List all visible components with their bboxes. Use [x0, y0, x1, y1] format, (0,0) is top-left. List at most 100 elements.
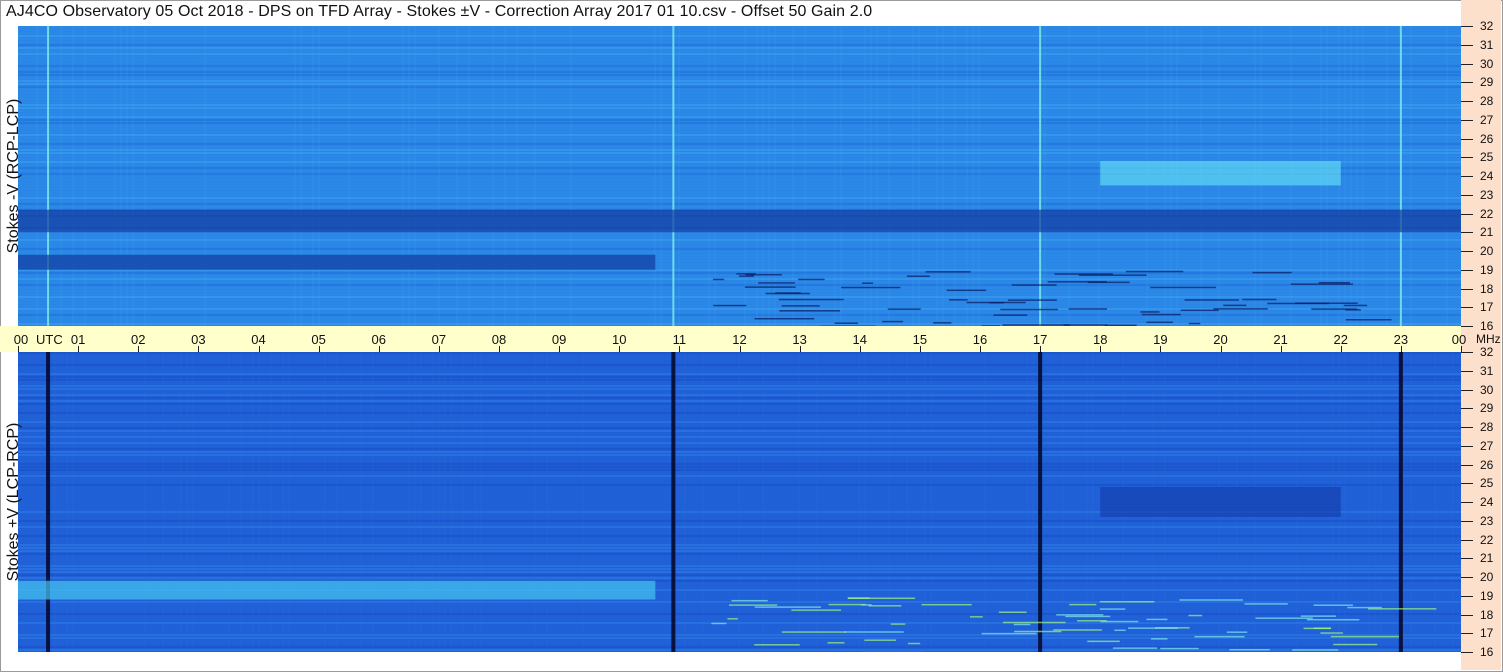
- texture-stripe: [18, 107, 1461, 109]
- texture-stripe: [18, 140, 1461, 142]
- burst-streak: [739, 275, 755, 277]
- texture-stripe: [18, 248, 1461, 250]
- time-tick-label: 22: [1333, 332, 1348, 347]
- burst-streak: [933, 322, 952, 324]
- texture-stripe: [18, 323, 1461, 325]
- texture-column: [456, 26, 458, 326]
- frequency-tick-mark: [1461, 558, 1473, 560]
- burst-streak: [906, 275, 930, 277]
- burst-streak: [882, 320, 904, 323]
- burst-streak: [1140, 311, 1160, 313]
- burst-streak: [1333, 643, 1378, 646]
- burst-streak: [1008, 299, 1057, 301]
- texture-column: [714, 26, 716, 326]
- texture-column: [888, 352, 890, 652]
- texture-column: [72, 26, 74, 326]
- dark-vertical-line: [671, 352, 676, 652]
- texture-column: [1062, 352, 1064, 652]
- burst-streak: [925, 271, 971, 273]
- burst-streak: [798, 278, 825, 281]
- time-tick-label: 20: [1213, 332, 1228, 347]
- burst-streak: [887, 308, 921, 310]
- frequency-tick-label: 16: [1480, 319, 1494, 333]
- texture-column: [534, 26, 536, 326]
- frequency-tick-mark: [1461, 232, 1473, 234]
- time-tick-label: 03: [191, 332, 206, 347]
- texture-column: [864, 352, 866, 652]
- texture-column: [414, 26, 416, 326]
- texture-stripe: [18, 158, 1461, 160]
- frequency-tick-mark: [1461, 63, 1473, 65]
- burst-streak: [1306, 618, 1360, 621]
- texture-stripe: [18, 251, 1461, 253]
- frequency-tick-mark: [1461, 595, 1473, 597]
- texture-stripe: [18, 155, 1461, 157]
- burst-streak: [1014, 630, 1062, 633]
- burst-streak: [998, 611, 1027, 614]
- texture-column: [1452, 352, 1454, 652]
- burst-streak: [727, 618, 738, 620]
- burst-streak: [827, 642, 845, 644]
- texture-stripe: [18, 314, 1461, 316]
- burst-streak: [1128, 627, 1178, 629]
- texture-column: [840, 26, 842, 326]
- burst-streak: [781, 305, 820, 307]
- texture-column: [930, 352, 932, 652]
- frequency-tick-mark: [1461, 352, 1473, 353]
- frequency-tick-label: 19: [1480, 262, 1494, 277]
- texture-column: [462, 352, 464, 652]
- texture-column: [534, 352, 536, 652]
- texture-stripe: [18, 77, 1461, 79]
- burst-streak: [728, 604, 778, 606]
- time-tick-mark: [1400, 346, 1402, 352]
- texture-column: [738, 352, 740, 652]
- texture-stripe: [18, 284, 1461, 286]
- frequency-tick-label: 32: [1480, 345, 1494, 359]
- burst-streak: [864, 639, 896, 641]
- texture-column: [1362, 26, 1364, 326]
- time-tick-label: 10: [612, 332, 627, 347]
- texture-stripe: [18, 128, 1461, 130]
- texture-stripe: [18, 200, 1461, 202]
- texture-column: [936, 26, 938, 326]
- frequency-tick-label: 16: [1480, 645, 1494, 659]
- texture-column: [60, 26, 62, 326]
- frequency-tick-label: 30: [1480, 56, 1494, 71]
- texture-stripe: [18, 56, 1461, 58]
- texture-stripe: [18, 104, 1461, 106]
- texture-column: [792, 26, 794, 326]
- burst-streak: [1184, 299, 1239, 301]
- texture-column: [228, 352, 230, 652]
- frequency-tick-mark: [1461, 483, 1473, 485]
- texture-column: [1032, 352, 1034, 652]
- texture-stripe: [18, 293, 1461, 295]
- burst-streak: [1160, 647, 1199, 650]
- texture-column: [1410, 352, 1412, 652]
- frequency-tick-mark: [1461, 194, 1473, 196]
- burst-streak: [1146, 321, 1173, 324]
- texture-column: [954, 26, 956, 326]
- texture-column: [288, 352, 290, 652]
- spectrogram-top-panel: [18, 26, 1461, 326]
- texture-stripe: [18, 44, 1461, 46]
- bright-band: [18, 580, 656, 600]
- time-tick-mark: [619, 346, 621, 352]
- texture-stripe: [18, 125, 1461, 127]
- burst-streak: [1077, 620, 1107, 622]
- frequency-tick-label: 31: [1480, 363, 1494, 378]
- texture-stripe: [18, 137, 1461, 139]
- frequency-tick-label: 26: [1480, 131, 1494, 146]
- texture-column: [270, 352, 272, 652]
- frequency-tick-label: 23: [1480, 513, 1494, 528]
- time-tick-label: 08: [491, 332, 507, 347]
- texture-stripe: [18, 29, 1461, 31]
- texture-stripe: [18, 302, 1461, 304]
- time-tick-mark: [1280, 346, 1282, 352]
- texture-stripe: [18, 38, 1461, 40]
- frequency-tick-mark: [1461, 427, 1473, 428]
- burst-streak: [1345, 319, 1392, 321]
- texture-column: [300, 26, 302, 326]
- texture-stripe: [18, 59, 1461, 61]
- frequency-tick-label: 23: [1480, 187, 1494, 202]
- burst-streak: [713, 278, 725, 281]
